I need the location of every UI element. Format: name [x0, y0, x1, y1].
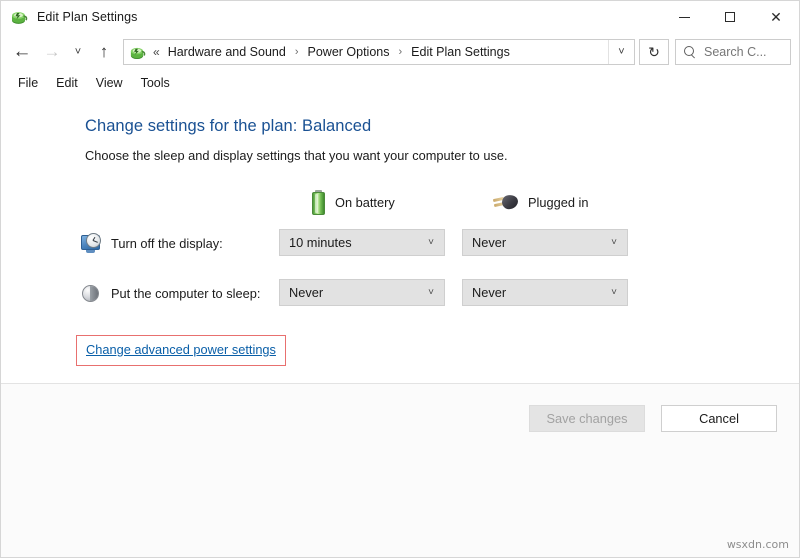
- menu-item-file[interactable]: File: [9, 73, 47, 93]
- forward-button[interactable]: →: [37, 37, 67, 67]
- column-header-on-battery: On battery: [311, 190, 395, 215]
- breadcrumb[interactable]: « Hardware and Sound › Power Options › E…: [123, 39, 635, 65]
- dropdown-turn-off-display-on-battery[interactable]: 10 minutes ˅: [279, 229, 445, 256]
- cancel-label: Cancel: [699, 411, 739, 426]
- search-input[interactable]: Search C...: [675, 39, 791, 65]
- power-plan-icon: [10, 8, 28, 26]
- dropdown-sleep-on-battery[interactable]: Never ˅: [279, 279, 445, 306]
- column-header-plugged-in-label: Plugged in: [528, 195, 588, 210]
- maximize-button[interactable]: [707, 1, 753, 33]
- footer: Save changes Cancel: [1, 384, 799, 557]
- search-placeholder: Search C...: [704, 45, 767, 59]
- dropdown-sleep-plugged-in[interactable]: Never ˅: [462, 279, 628, 306]
- up-button[interactable]: ↑: [89, 37, 119, 67]
- breadcrumb-dropdown-icon[interactable]: ˅: [608, 40, 634, 64]
- menu-item-edit[interactable]: Edit: [47, 73, 87, 93]
- dropdown-turn-off-display-plugged-in[interactable]: Never ˅: [462, 229, 628, 256]
- menubar: File Edit View Tools: [1, 71, 799, 95]
- breadcrumb-item-hardware-and-sound[interactable]: Hardware and Sound: [166, 43, 288, 61]
- chevron-down-icon: ˅: [601, 287, 627, 298]
- chevron-down-icon: ˅: [418, 287, 444, 298]
- breadcrumb-separator-1[interactable]: ›: [295, 46, 299, 58]
- battery-icon: [311, 190, 326, 215]
- breadcrumb-separator-2[interactable]: ›: [398, 46, 402, 58]
- save-changes-button[interactable]: Save changes: [529, 405, 645, 432]
- chevron-down-icon: ˅: [418, 237, 444, 248]
- close-button[interactable]: ✕: [753, 1, 799, 33]
- window-title: Edit Plan Settings: [37, 10, 137, 24]
- dropdown-value-turn-off-display-on-battery: 10 minutes: [280, 235, 418, 250]
- display-clock-icon: [81, 233, 103, 255]
- dropdown-value-sleep-on-battery: Never: [280, 285, 418, 300]
- watermark: wsxdn.com: [727, 538, 789, 551]
- setting-label-put-computer-to-sleep: Put the computer to sleep:: [111, 286, 260, 301]
- breadcrumb-item-power-options[interactable]: Power Options: [306, 43, 392, 61]
- highlight-box-change-advanced-power-settings: Change advanced power settings: [76, 335, 286, 366]
- breadcrumb-power-icon: [129, 44, 146, 61]
- dropdown-value-sleep-plugged-in: Never: [463, 285, 601, 300]
- breadcrumb-overflow-chevrons[interactable]: «: [153, 45, 160, 59]
- chevron-down-icon: ˅: [601, 237, 627, 248]
- power-plug-icon: [493, 193, 519, 211]
- column-header-on-battery-label: On battery: [335, 195, 395, 210]
- refresh-icon: ↻: [648, 44, 660, 61]
- minimize-icon: [679, 17, 690, 18]
- menu-item-tools[interactable]: Tools: [132, 73, 179, 93]
- sleep-moon-icon: [81, 283, 103, 305]
- setting-row-turn-off-display: Turn off the display: 10 minutes ˅ Never…: [1, 229, 799, 263]
- link-change-advanced-power-settings[interactable]: Change advanced power settings: [86, 342, 276, 357]
- minimize-button[interactable]: [661, 1, 707, 33]
- edit-plan-settings-window: Edit Plan Settings ✕ ← → ˅ ↑: [0, 0, 800, 558]
- breadcrumb-item-edit-plan-settings[interactable]: Edit Plan Settings: [409, 43, 512, 61]
- content-area: Change settings for the plan: Balanced C…: [1, 95, 799, 557]
- maximize-icon: [725, 12, 735, 22]
- column-header-plugged-in: Plugged in: [493, 193, 588, 211]
- save-changes-label: Save changes: [546, 411, 627, 426]
- search-icon: [684, 46, 696, 58]
- menu-item-view[interactable]: View: [87, 73, 132, 93]
- back-button[interactable]: ←: [7, 37, 37, 67]
- cancel-button[interactable]: Cancel: [661, 405, 777, 432]
- titlebar: Edit Plan Settings ✕: [1, 1, 799, 33]
- setting-label-turn-off-display: Turn off the display:: [111, 236, 223, 251]
- recent-locations-button[interactable]: ˅: [67, 37, 89, 67]
- setting-row-put-computer-to-sleep: Put the computer to sleep: Never ˅ Never…: [1, 279, 799, 313]
- dropdown-value-turn-off-display-plugged-in: Never: [463, 235, 601, 250]
- page-subtitle: Choose the sleep and display settings th…: [85, 148, 799, 163]
- address-bar: ← → ˅ ↑ « Hardware and Sound › Power Opt…: [1, 33, 799, 71]
- page-title: Change settings for the plan: Balanced: [85, 117, 799, 136]
- close-icon: ✕: [770, 10, 782, 24]
- window-controls: ✕: [661, 1, 799, 33]
- column-headers: On battery Plugged in: [1, 189, 799, 215]
- refresh-button[interactable]: ↻: [639, 39, 669, 65]
